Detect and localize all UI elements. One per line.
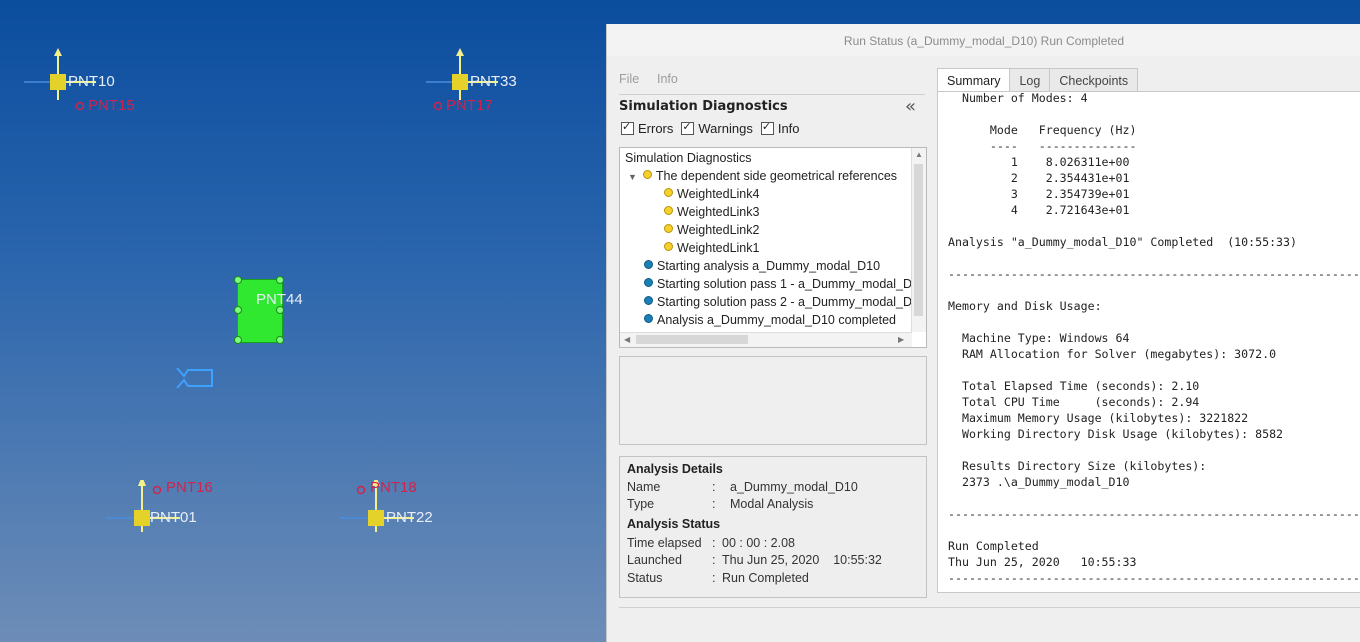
node-dot	[234, 306, 242, 314]
scroll-right-icon[interactable]: ▶	[898, 335, 904, 344]
summary-output[interactable]: Number of Modes: 4 Mode Frequency (Hz) -…	[937, 91, 1360, 593]
summary-text: Number of Modes: 4 Mode Frequency (Hz) -…	[948, 91, 1360, 585]
tree-item-label: Starting solution pass 1 - a_Dummy_modal…	[657, 277, 926, 291]
warning-icon	[664, 188, 673, 197]
menu-file[interactable]: File	[619, 72, 639, 86]
warning-icon	[642, 170, 652, 179]
diagnostics-tree[interactable]: Simulation Diagnostics ▼ The dependent si…	[619, 147, 927, 348]
menu-info[interactable]: Info	[657, 72, 678, 86]
warning-icon	[664, 224, 673, 233]
tree-item-info[interactable]: Analysis a_Dummy_modal_D10 completed	[644, 311, 896, 329]
tree-item-info[interactable]: Starting solution pass 2 - a_Dummy_modal…	[644, 293, 926, 311]
camera-icon[interactable]	[174, 364, 216, 390]
vertical-scrollbar[interactable]: ▲	[911, 148, 926, 332]
point-label: PNT10	[68, 73, 115, 90]
tree-item-label: WeightedLink3	[677, 205, 760, 219]
point-label: PNT18	[370, 479, 417, 496]
info-icon	[644, 314, 653, 323]
status-value: Run Completed	[722, 571, 809, 585]
tab-summary[interactable]: Summary	[937, 68, 1011, 92]
menu-bar: File Info	[619, 72, 692, 86]
warnings-checkbox[interactable]	[681, 120, 695, 135]
name-value: a_Dummy_modal_D10	[730, 480, 858, 494]
point-icon	[356, 485, 366, 495]
node-dot	[276, 276, 284, 284]
tree-root[interactable]: Simulation Diagnostics	[625, 149, 751, 167]
tree-item-label: Starting analysis a_Dummy_modal_D10	[657, 259, 881, 273]
point-icon	[75, 101, 85, 111]
scroll-up-icon[interactable]: ▲	[915, 150, 923, 159]
info-icon	[644, 296, 653, 305]
analysis-details-heading: Analysis Details	[627, 462, 723, 476]
warning-icon	[664, 206, 673, 215]
info-icon	[644, 260, 653, 269]
analysis-details-panel: Analysis Details Name : a_Dummy_modal_D1…	[619, 456, 927, 598]
point-icon	[152, 485, 162, 495]
point-label: PNT33	[470, 73, 517, 90]
tree-item-info[interactable]: Starting analysis a_Dummy_modal_D10	[644, 257, 880, 275]
diagnostic-filters: Errors Warnings Info	[619, 120, 806, 136]
message-detail-box[interactable]	[619, 356, 927, 445]
point-label: PNT01	[150, 509, 197, 526]
tree-item-child[interactable]: WeightedLink1	[664, 239, 759, 257]
info-label: Info	[777, 121, 800, 136]
tree-item-label: WeightedLink4	[677, 187, 760, 201]
info-icon	[644, 278, 653, 287]
separator: :	[712, 497, 716, 511]
diagnostics-title: Simulation Diagnostics	[619, 99, 788, 114]
horizontal-scrollbar[interactable]: ◀ ▶	[620, 332, 912, 347]
scroll-thumb[interactable]	[636, 335, 748, 344]
tree-item-warning[interactable]: ▼ The dependent side geometrical referenc…	[628, 167, 897, 185]
collapse-arrow-icon[interactable]: ▼	[628, 172, 637, 182]
tree-item-label: WeightedLink1	[677, 241, 760, 255]
separator: :	[712, 536, 716, 550]
elapsed-value: 00 : 00 : 2.08	[722, 536, 795, 550]
divider	[619, 607, 1360, 608]
tab-checkpoints[interactable]: Checkpoints	[1049, 68, 1139, 92]
output-tabs: Summary Log Checkpoints	[937, 68, 1139, 92]
node-dot	[234, 336, 242, 344]
elapsed-key: Time elapsed	[627, 536, 702, 550]
errors-label: Errors	[638, 121, 674, 136]
tree-item-child[interactable]: WeightedLink3	[664, 203, 759, 221]
separator: :	[712, 571, 716, 585]
tree-item-label: The dependent side geometrical reference…	[655, 169, 898, 183]
tree-item-child[interactable]: WeightedLink2	[664, 221, 759, 239]
tree-item-label: Analysis a_Dummy_modal_D10 completed	[657, 313, 897, 327]
type-key: Type	[627, 497, 655, 511]
dialog-title: Run Status (a_Dummy_modal_D10) Run Compl…	[607, 24, 1360, 56]
tree-item-label: Starting solution pass 2 - a_Dummy_modal…	[657, 295, 926, 309]
point-icon	[433, 101, 443, 111]
info-checkbox[interactable]	[760, 120, 774, 135]
collapse-panel-icon[interactable]: «	[905, 96, 916, 117]
node-dot	[276, 336, 284, 344]
warning-icon	[664, 242, 673, 251]
scroll-thumb[interactable]	[914, 164, 923, 316]
status-key: Status	[627, 571, 663, 585]
point-label: PNT17	[446, 97, 493, 114]
tree-item-info[interactable]: Starting solution pass 1 - a_Dummy_modal…	[644, 275, 926, 293]
tab-log[interactable]: Log	[1009, 68, 1051, 92]
type-value: Modal Analysis	[730, 497, 814, 511]
point-label: PNT16	[166, 479, 213, 496]
run-status-dialog: Run Status (a_Dummy_modal_D10) Run Compl…	[606, 24, 1360, 642]
launched-key: Launched	[627, 553, 682, 567]
point-label: PNT15	[88, 97, 135, 114]
scroll-left-icon[interactable]: ◀	[624, 335, 630, 344]
tree-item-label: WeightedLink2	[677, 223, 760, 237]
errors-checkbox[interactable]	[621, 120, 634, 135]
analysis-status-heading: Analysis Status	[627, 517, 721, 531]
point-label: PNT44	[256, 291, 303, 308]
separator: :	[712, 480, 716, 494]
point-label: PNT22	[386, 509, 433, 526]
tree-item-child[interactable]: WeightedLink4	[664, 185, 759, 203]
separator: :	[712, 553, 716, 567]
divider	[619, 94, 925, 95]
node-dot	[234, 276, 242, 284]
name-key: Name	[627, 480, 661, 494]
warnings-label: Warnings	[698, 121, 753, 136]
launched-value: Thu Jun 25, 2020 10:55:32	[722, 553, 882, 567]
